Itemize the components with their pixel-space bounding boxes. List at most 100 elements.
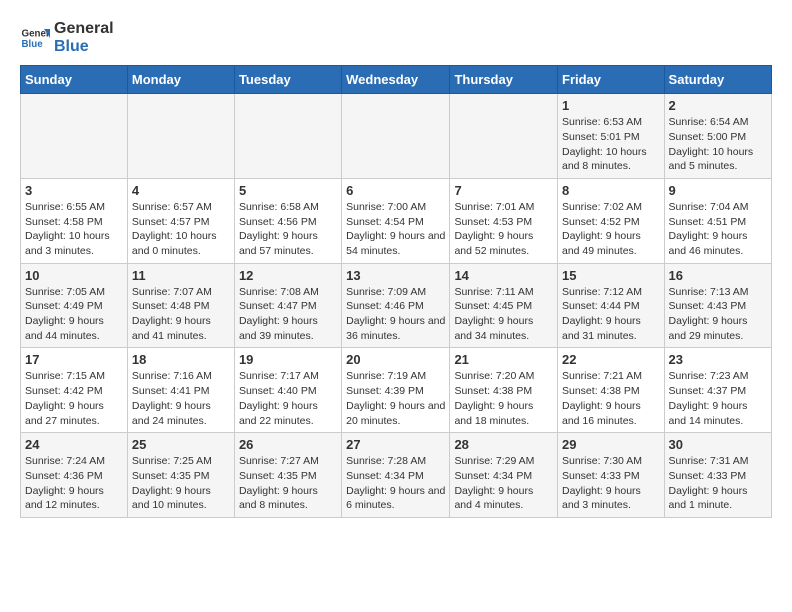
day-cell: 7 Sunrise: 7:01 AMSunset: 4:53 PMDaylight…: [450, 178, 558, 263]
day-info: Sunrise: 7:11 AMSunset: 4:45 PMDaylight:…: [454, 285, 553, 344]
calendar-header-row: SundayMondayTuesdayWednesdayThursdayFrid…: [21, 66, 772, 94]
day-info: Sunrise: 7:29 AMSunset: 4:34 PMDaylight:…: [454, 454, 553, 513]
day-number: 15: [562, 268, 660, 283]
day-cell: 19 Sunrise: 7:17 AMSunset: 4:40 PMDayligh…: [234, 348, 341, 433]
day-number: 17: [25, 352, 123, 367]
day-info: Sunrise: 7:23 AMSunset: 4:37 PMDaylight:…: [669, 369, 767, 428]
day-cell: 12 Sunrise: 7:08 AMSunset: 4:47 PMDayligh…: [234, 263, 341, 348]
day-number: 12: [239, 268, 337, 283]
day-info: Sunrise: 7:24 AMSunset: 4:36 PMDaylight:…: [25, 454, 123, 513]
day-info: Sunrise: 7:05 AMSunset: 4:49 PMDaylight:…: [25, 285, 123, 344]
day-cell: 30 Sunrise: 7:31 AMSunset: 4:33 PMDayligh…: [664, 433, 771, 518]
day-number: 29: [562, 437, 660, 452]
day-cell: 20 Sunrise: 7:19 AMSunset: 4:39 PMDayligh…: [342, 348, 450, 433]
day-info: Sunrise: 7:31 AMSunset: 4:33 PMDaylight:…: [669, 454, 767, 513]
day-info: Sunrise: 7:02 AMSunset: 4:52 PMDaylight:…: [562, 200, 660, 259]
day-cell: 22 Sunrise: 7:21 AMSunset: 4:38 PMDayligh…: [558, 348, 665, 433]
day-info: Sunrise: 7:07 AMSunset: 4:48 PMDaylight:…: [132, 285, 230, 344]
day-number: 28: [454, 437, 553, 452]
day-number: 11: [132, 268, 230, 283]
day-info: Sunrise: 7:16 AMSunset: 4:41 PMDaylight:…: [132, 369, 230, 428]
day-number: 7: [454, 183, 553, 198]
day-cell: 14 Sunrise: 7:11 AMSunset: 4:45 PMDayligh…: [450, 263, 558, 348]
day-info: Sunrise: 6:54 AMSunset: 5:00 PMDaylight:…: [669, 115, 767, 174]
weekday-header-monday: Monday: [127, 66, 234, 94]
day-number: 23: [669, 352, 767, 367]
day-number: 20: [346, 352, 445, 367]
day-number: 14: [454, 268, 553, 283]
day-cell: 11 Sunrise: 7:07 AMSunset: 4:48 PMDayligh…: [127, 263, 234, 348]
day-number: 2: [669, 98, 767, 113]
header: General Blue General Blue: [20, 20, 772, 55]
day-info: Sunrise: 7:13 AMSunset: 4:43 PMDaylight:…: [669, 285, 767, 344]
day-cell: 4 Sunrise: 6:57 AMSunset: 4:57 PMDaylight…: [127, 178, 234, 263]
day-number: 4: [132, 183, 230, 198]
day-info: Sunrise: 7:01 AMSunset: 4:53 PMDaylight:…: [454, 200, 553, 259]
day-cell: 18 Sunrise: 7:16 AMSunset: 4:41 PMDayligh…: [127, 348, 234, 433]
day-info: Sunrise: 7:12 AMSunset: 4:44 PMDaylight:…: [562, 285, 660, 344]
day-cell: 21Sunrise: 7:20 AMSunset: 4:38 PMDayligh…: [450, 348, 558, 433]
day-cell: 25 Sunrise: 7:25 AMSunset: 4:35 PMDayligh…: [127, 433, 234, 518]
day-number: 27: [346, 437, 445, 452]
day-info: Sunrise: 6:55 AMSunset: 4:58 PMDaylight:…: [25, 200, 123, 259]
day-number: 16: [669, 268, 767, 283]
svg-text:Blue: Blue: [22, 39, 44, 50]
day-number: 6: [346, 183, 445, 198]
day-number: 13: [346, 268, 445, 283]
day-cell: 1Sunrise: 6:53 AMSunset: 5:01 PMDaylight…: [558, 94, 665, 179]
day-info: Sunrise: 7:19 AMSunset: 4:39 PMDaylight:…: [346, 369, 445, 428]
day-info: Sunrise: 6:57 AMSunset: 4:57 PMDaylight:…: [132, 200, 230, 259]
day-number: 30: [669, 437, 767, 452]
day-info: Sunrise: 7:08 AMSunset: 4:47 PMDaylight:…: [239, 285, 337, 344]
day-number: 8: [562, 183, 660, 198]
week-row-2: 3 Sunrise: 6:55 AMSunset: 4:58 PMDaylight…: [21, 178, 772, 263]
day-cell: 6Sunrise: 7:00 AMSunset: 4:54 PMDaylight…: [342, 178, 450, 263]
day-cell: [21, 94, 128, 179]
logo-icon: General Blue: [20, 23, 50, 53]
day-info: Sunrise: 7:28 AMSunset: 4:34 PMDaylight:…: [346, 454, 445, 513]
week-row-1: 1Sunrise: 6:53 AMSunset: 5:01 PMDaylight…: [21, 94, 772, 179]
day-cell: 28 Sunrise: 7:29 AMSunset: 4:34 PMDayligh…: [450, 433, 558, 518]
weekday-header-friday: Friday: [558, 66, 665, 94]
day-number: 1: [562, 98, 660, 113]
day-info: Sunrise: 7:25 AMSunset: 4:35 PMDaylight:…: [132, 454, 230, 513]
weekday-header-tuesday: Tuesday: [234, 66, 341, 94]
day-cell: 2 Sunrise: 6:54 AMSunset: 5:00 PMDaylight…: [664, 94, 771, 179]
day-number: 24: [25, 437, 123, 452]
weekday-header-wednesday: Wednesday: [342, 66, 450, 94]
week-row-5: 24 Sunrise: 7:24 AMSunset: 4:36 PMDayligh…: [21, 433, 772, 518]
day-info: Sunrise: 7:09 AMSunset: 4:46 PMDaylight:…: [346, 285, 445, 344]
day-info: Sunrise: 7:30 AMSunset: 4:33 PMDaylight:…: [562, 454, 660, 513]
day-number: 25: [132, 437, 230, 452]
weekday-header-thursday: Thursday: [450, 66, 558, 94]
day-cell: [450, 94, 558, 179]
day-cell: 9Sunrise: 7:04 AMSunset: 4:51 PMDaylight…: [664, 178, 771, 263]
day-cell: 5Sunrise: 6:58 AMSunset: 4:56 PMDaylight…: [234, 178, 341, 263]
day-number: 18: [132, 352, 230, 367]
day-info: Sunrise: 7:27 AMSunset: 4:35 PMDaylight:…: [239, 454, 337, 513]
day-cell: 16 Sunrise: 7:13 AMSunset: 4:43 PMDayligh…: [664, 263, 771, 348]
day-number: 19: [239, 352, 337, 367]
calendar-table: SundayMondayTuesdayWednesdayThursdayFrid…: [20, 65, 772, 518]
day-cell: [127, 94, 234, 179]
day-cell: 23 Sunrise: 7:23 AMSunset: 4:37 PMDayligh…: [664, 348, 771, 433]
day-info: Sunrise: 7:04 AMSunset: 4:51 PMDaylight:…: [669, 200, 767, 259]
day-info: Sunrise: 7:21 AMSunset: 4:38 PMDaylight:…: [562, 369, 660, 428]
weekday-header-saturday: Saturday: [664, 66, 771, 94]
week-row-3: 10 Sunrise: 7:05 AMSunset: 4:49 PMDayligh…: [21, 263, 772, 348]
day-cell: [234, 94, 341, 179]
day-cell: 26Sunrise: 7:27 AMSunset: 4:35 PMDayligh…: [234, 433, 341, 518]
day-number: 3: [25, 183, 123, 198]
day-info: Sunrise: 6:58 AMSunset: 4:56 PMDaylight:…: [239, 200, 337, 259]
logo-text-general: General: [54, 20, 114, 38]
day-info: Sunrise: 7:17 AMSunset: 4:40 PMDaylight:…: [239, 369, 337, 428]
day-cell: 13 Sunrise: 7:09 AMSunset: 4:46 PMDayligh…: [342, 263, 450, 348]
day-cell: 27 Sunrise: 7:28 AMSunset: 4:34 PMDayligh…: [342, 433, 450, 518]
day-cell: 29 Sunrise: 7:30 AMSunset: 4:33 PMDayligh…: [558, 433, 665, 518]
logo: General Blue General Blue: [20, 20, 114, 55]
day-info: Sunrise: 7:20 AMSunset: 4:38 PMDaylight:…: [454, 369, 553, 428]
day-cell: 10 Sunrise: 7:05 AMSunset: 4:49 PMDayligh…: [21, 263, 128, 348]
day-info: Sunrise: 7:15 AMSunset: 4:42 PMDaylight:…: [25, 369, 123, 428]
day-number: 10: [25, 268, 123, 283]
day-number: 22: [562, 352, 660, 367]
